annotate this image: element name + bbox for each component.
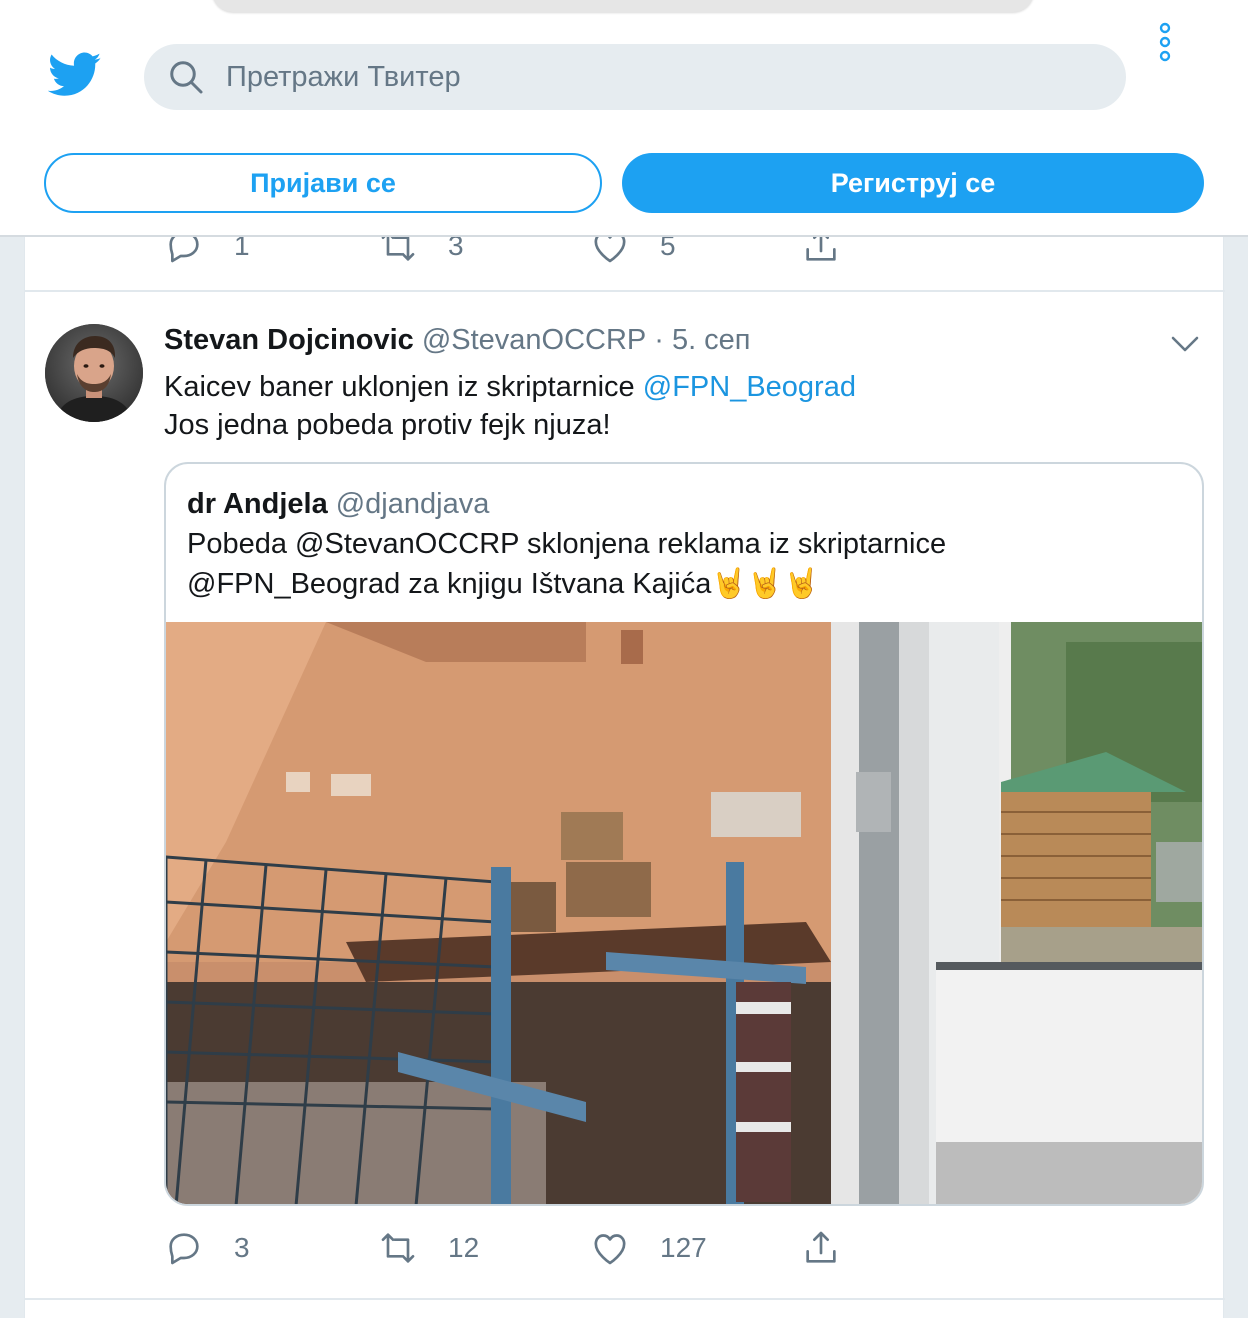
search-placeholder: Претражи Твитер <box>226 60 461 93</box>
login-button[interactable]: Пријави се <box>44 153 602 213</box>
timeline: 1 3 5 Stevan Dojcinovic @StevanOCCRP · 5… <box>24 200 1225 1318</box>
retweet-count: 12 <box>448 1232 480 1263</box>
tweet-date[interactable]: 5. сеп <box>672 324 751 356</box>
chevron-down-icon[interactable] <box>1170 334 1200 354</box>
more-menu-icon[interactable] <box>1151 22 1179 66</box>
browser-url-bar[interactable] <box>212 0 1034 12</box>
share-button[interactable] <box>801 1228 841 1268</box>
reply-count: 3 <box>234 1232 250 1263</box>
tweet-actions: 3 12 127 <box>25 1228 1225 1268</box>
separator: · <box>654 324 664 356</box>
author-handle[interactable]: @StevanOCCRP <box>422 324 646 356</box>
search-icon <box>170 61 203 94</box>
avatar[interactable] <box>45 324 143 422</box>
author-name[interactable]: Stevan Dojcinovic <box>164 324 414 356</box>
twitter-bird-icon[interactable] <box>48 52 102 98</box>
tweet[interactable]: Stevan Dojcinovic @StevanOCCRP · 5. сеп Kai… <box>25 294 1225 1300</box>
quoted-tweet[interactable]: dr Andjela @djandjava Pobeda @StevanOCCRP… <box>164 462 1204 1206</box>
like-button[interactable]: 127 <box>590 1228 707 1268</box>
mention-link[interactable]: @FPN_Beograd <box>643 371 856 403</box>
quoted-tweet-text: Pobeda @StevanOCCRP sklonjena reklama iz… <box>187 524 1187 604</box>
quoted-tweet-photo[interactable] <box>166 622 1204 1206</box>
tweet-text-line1: Kaicev baner uklonjen iz skriptarnice <box>164 371 643 403</box>
quoted-author-handle: @djandjava <box>335 488 490 520</box>
reply-button[interactable]: 3 <box>164 1228 250 1268</box>
retweet-button[interactable]: 12 <box>378 1228 479 1268</box>
quoted-author-name: dr Andjela <box>187 488 328 520</box>
signup-button[interactable]: Региструј се <box>622 153 1204 213</box>
heart-icon <box>594 1234 626 1265</box>
tweet-header: Stevan Dojcinovic @StevanOCCRP · 5. сеп <box>164 324 751 357</box>
share-icon <box>806 1231 836 1263</box>
quoted-text-line2: @FPN_Beograd za knjigu Ištvana Kajića🤘🤘🤘 <box>187 568 820 600</box>
top-bar: Претражи Твитер Пријави се Региструј се <box>0 0 1248 237</box>
tweet-text: Kaicev baner uklonjen iz skriptarnice @F… <box>164 368 1184 444</box>
quoted-text-line1: Pobeda @StevanOCCRP sklonjena reklama iz… <box>187 528 947 560</box>
like-count: 127 <box>660 1232 707 1263</box>
quoted-tweet-header: dr Andjela @djandjava <box>187 488 489 521</box>
search-box[interactable]: Претражи Твитер <box>144 44 1126 110</box>
next-tweet[interactable] <box>25 1302 1225 1318</box>
reply-icon <box>169 1233 199 1265</box>
tweet-text-line2: Jos jedna pobeda protiv fejk njuza! <box>164 409 611 441</box>
retweet-icon <box>381 1233 415 1263</box>
